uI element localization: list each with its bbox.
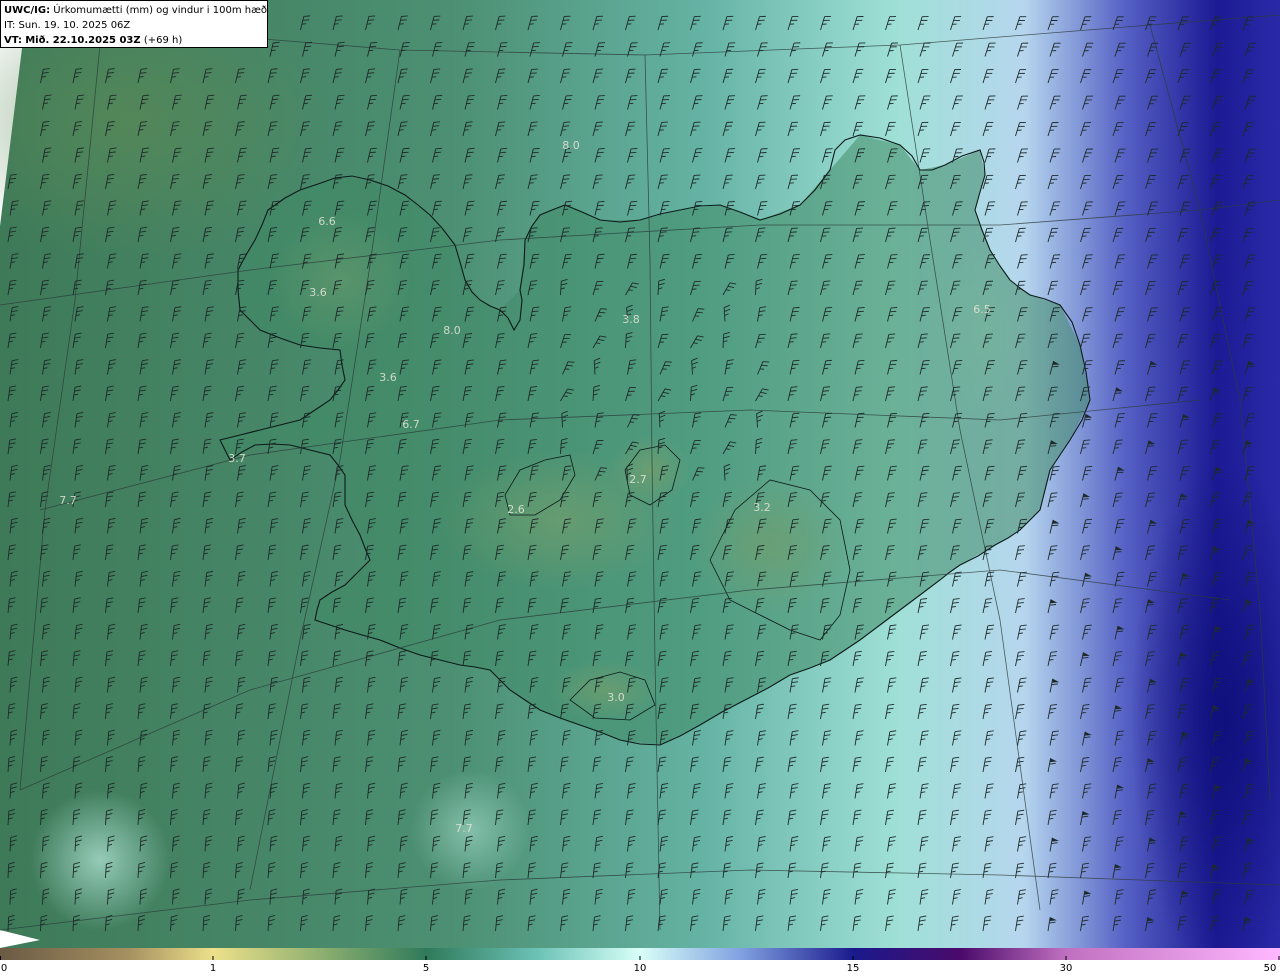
- precip-label: 7.7: [59, 494, 77, 507]
- precip-label: 8.0: [562, 139, 580, 152]
- colorbar-tick-label: 15: [846, 963, 860, 974]
- precip-label: 6.7: [402, 418, 420, 431]
- precip-label: 3.7: [228, 452, 246, 465]
- precip-label: 3.6: [379, 371, 397, 384]
- valid-time-line: VT: Mið. 22.10.2025 03Z (+69 h): [4, 33, 264, 48]
- precip-label: 3.6: [309, 286, 327, 299]
- colorbar-tick-label: 5: [422, 963, 430, 974]
- valid-time-label: VT:: [4, 35, 23, 46]
- precip-label: 6.6: [318, 215, 336, 228]
- colorbar-tick-label: 0: [0, 963, 8, 974]
- forecast-info-box: UWC/IG: Úrkomumætti (mm) og vindur i 100…: [0, 0, 268, 48]
- colorbar-tick-label: 30: [1059, 963, 1073, 974]
- precip-label: 6.5: [973, 303, 991, 316]
- colorbar-labels: 0 1 5 10 15 30 50: [0, 962, 1280, 978]
- valid-time-offset: (+69 h): [143, 35, 183, 46]
- init-time-label: IT:: [4, 20, 16, 31]
- precip-label: 2.7: [629, 473, 647, 486]
- precip-label: 3.0: [607, 691, 625, 704]
- precip-label: 3.2: [753, 501, 771, 514]
- precip-label: 8.0: [443, 324, 461, 337]
- init-time-value: Sun. 19. 10. 2025 06Z: [18, 20, 131, 31]
- product-title: Úrkomumætti (mm) og vindur i 100m hæð: [53, 5, 268, 16]
- product-code: UWC/IG:: [4, 5, 51, 16]
- colorbar-tick-label: 1: [209, 963, 217, 974]
- map-canvas: 8.0 6.6 3.6 8.0 3.6 6.7 3.7 7.7 3.8 2.7 …: [0, 0, 1280, 948]
- weather-map: 8.0 6.6 3.6 8.0 3.6 6.7 3.7 7.7 3.8 2.7 …: [0, 0, 1280, 948]
- precip-label: 3.8: [622, 313, 640, 326]
- precip-label: 2.6: [507, 503, 525, 516]
- precip-label: 7.7: [455, 822, 473, 835]
- product-title-line: UWC/IG: Úrkomumætti (mm) og vindur i 100…: [4, 3, 268, 18]
- init-time-line: IT: Sun. 19. 10. 2025 06Z: [4, 18, 264, 33]
- valid-time-value: Mið. 22.10.2025 03Z: [25, 35, 141, 46]
- colorbar: [0, 948, 1280, 960]
- colorbar-tick-label: 50: [1263, 963, 1277, 974]
- colorbar-tick-label: 10: [633, 963, 647, 974]
